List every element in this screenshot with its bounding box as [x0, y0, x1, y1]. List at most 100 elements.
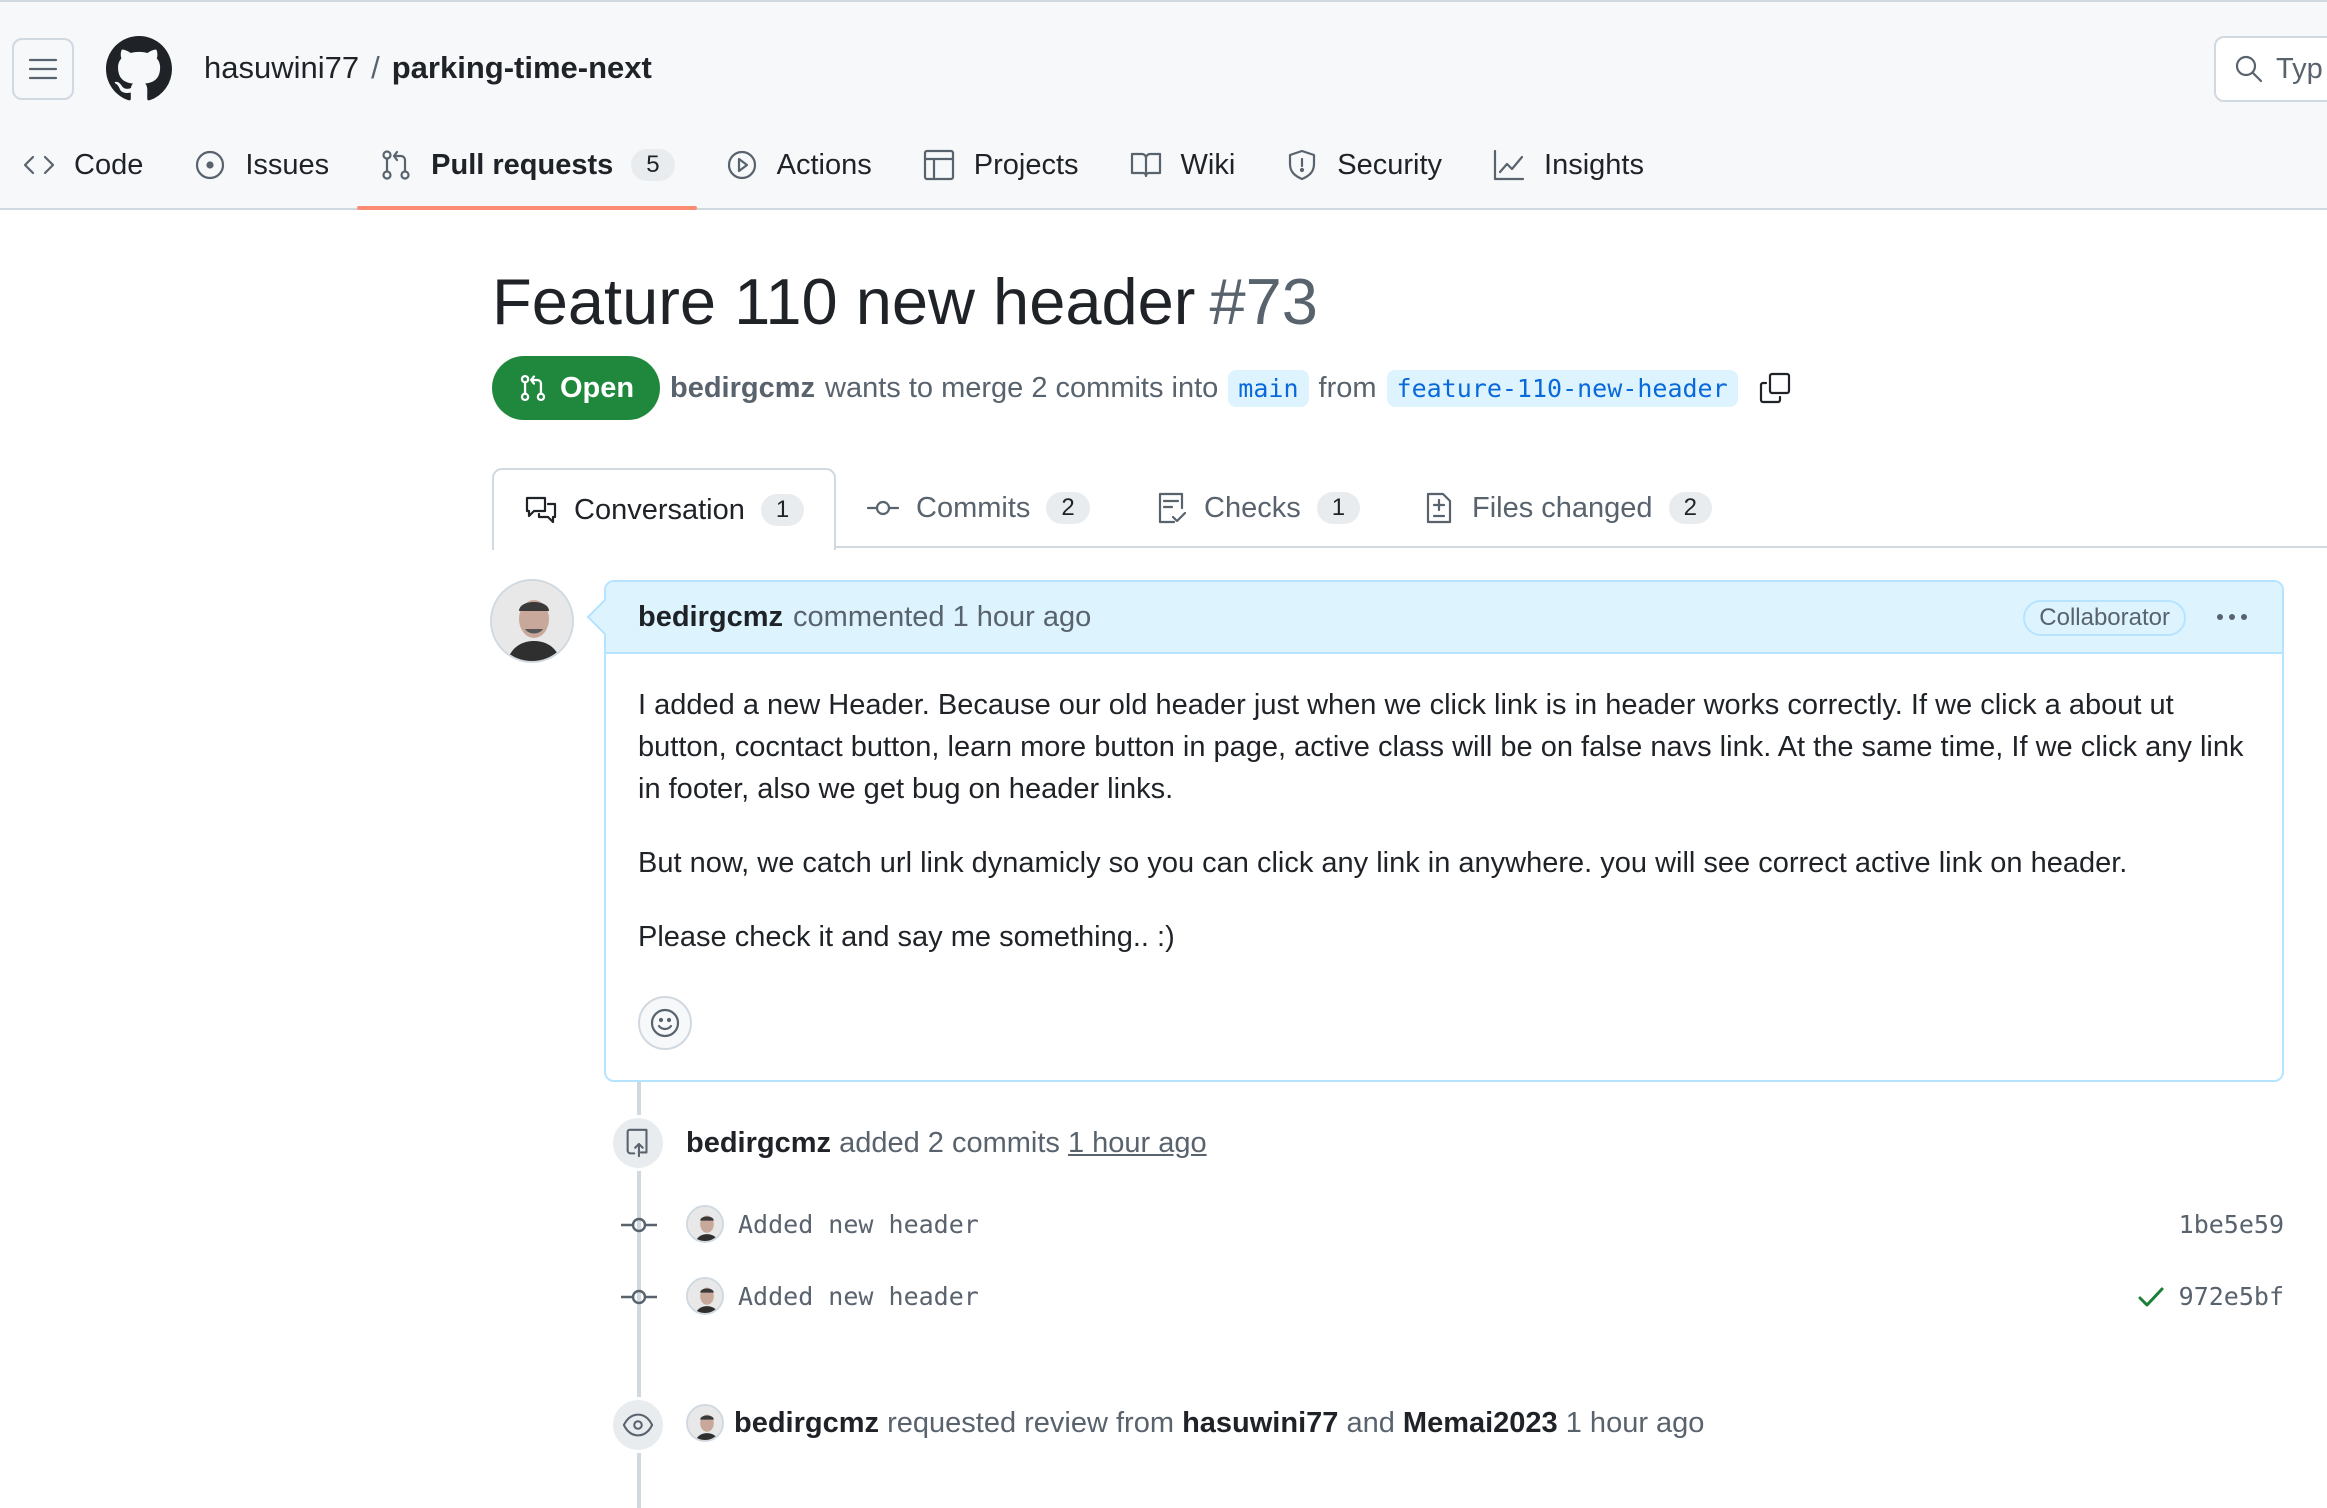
menu-button[interactable]: [12, 38, 74, 100]
commit-message-link[interactable]: Added new header: [738, 1210, 979, 1239]
tab-files-changed[interactable]: Files changed 2: [1422, 468, 1712, 548]
nav-projects[interactable]: Projects: [900, 134, 1101, 196]
event-text: requested review from: [887, 1407, 1174, 1439]
graph-icon: [1493, 149, 1525, 181]
copy-icon[interactable]: [1758, 371, 1792, 405]
nav-projects-label: Projects: [973, 148, 1079, 181]
breadcrumb: hasuwini77 / parking-time-next: [204, 48, 652, 88]
commit-message-link[interactable]: Added new header: [738, 1282, 979, 1311]
nav-insights-label: Insights: [1544, 148, 1644, 181]
tab-checks-count: 1: [1316, 492, 1361, 524]
comment-discussion-icon: [525, 496, 557, 524]
head-branch[interactable]: feature-110-new-header: [1386, 369, 1738, 407]
comment-box: bedirgcmz commented 1 hour ago Collabora…: [586, 580, 2284, 1082]
commit-sha-link[interactable]: 1be5e59: [2179, 1210, 2284, 1239]
collaborator-badge: Collaborator: [2023, 600, 2186, 636]
pull-requests-count: 5: [631, 149, 675, 181]
comment-paragraph: Please check it and say me something.. :…: [638, 921, 1175, 953]
kebab-icon[interactable]: [2212, 602, 2252, 632]
pr-tabs: Conversation 1 Commits 2 Checks 1 Files …: [492, 468, 2327, 550]
event-author-link[interactable]: bedirgcmz: [686, 1127, 831, 1159]
nav-actions[interactable]: Actions: [703, 134, 894, 196]
reviewer-link[interactable]: hasuwini77: [1182, 1407, 1338, 1439]
tab-checks[interactable]: Checks 1: [1154, 468, 1361, 548]
nav-issues-label: Issues: [245, 148, 330, 181]
pr-from-text: from: [1318, 371, 1377, 404]
commit-sha: 972e5bf: [2178, 1282, 2284, 1311]
shield-icon: [1289, 149, 1316, 181]
timeline-badge: [610, 1115, 666, 1171]
tab-files-changed-label: Files changed: [1472, 491, 1653, 524]
play-icon: [727, 150, 756, 180]
nav-wiki[interactable]: Wiki: [1107, 134, 1258, 196]
pr-author-link[interactable]: bedirgcmz: [670, 372, 815, 405]
hamburger-icon: [28, 58, 58, 80]
avatar[interactable]: [686, 1205, 724, 1243]
comment-header: bedirgcmz commented 1 hour ago Collabora…: [606, 582, 2282, 654]
tab-conversation-label: Conversation: [574, 493, 745, 526]
comment-paragraph: But now, we catch url link dynamicly so …: [638, 847, 2128, 879]
file-diff-icon: [1426, 492, 1452, 524]
comment-author-link[interactable]: bedirgcmz: [638, 601, 783, 634]
status-badge: Open: [492, 356, 661, 420]
eye-icon: [622, 1413, 654, 1437]
search-input[interactable]: Typ: [2214, 36, 2327, 102]
repo-owner-link[interactable]: hasuwini77: [204, 50, 359, 85]
nav-pull-requests-label: Pull requests: [431, 148, 614, 181]
status-badge-label: Open: [560, 371, 635, 404]
nav-code-label: Code: [74, 148, 144, 181]
avatar-image: [688, 1207, 722, 1241]
event-time[interactable]: 1 hour ago: [1566, 1407, 1705, 1439]
commits-event: bedirgcmz added 2 commits 1 hour ago: [686, 1123, 1207, 1163]
repo-name-link[interactable]: parking-time-next: [392, 50, 652, 85]
nav-security-label: Security: [1337, 148, 1443, 181]
pr-title-text: Feature 110 new header: [492, 265, 1196, 338]
app-header: hasuwini77 / parking-time-next Typ Code Is…: [0, 0, 2327, 210]
nav-wiki-label: Wiki: [1180, 148, 1236, 181]
pr-meta-text: wants to merge 2 commits into: [825, 371, 1219, 404]
reviewer-link[interactable]: Memai2023: [1403, 1407, 1558, 1439]
tab-checks-label: Checks: [1204, 491, 1301, 524]
nav-issues[interactable]: Issues: [171, 134, 351, 196]
comment-body: I added a new Header. Because our old he…: [606, 654, 2282, 958]
avatar-image: [688, 1406, 722, 1440]
commit-sha: 1be5e59: [2178, 1210, 2284, 1239]
comment-action: commented 1 hour ago: [793, 600, 1092, 633]
checklist-icon: [1158, 492, 1187, 524]
search-icon: [2235, 55, 2263, 83]
avatar[interactable]: [686, 1277, 724, 1315]
commit-sha-link[interactable]: 972e5bf: [2137, 1282, 2284, 1311]
event-author-link[interactable]: bedirgcmz: [734, 1407, 879, 1439]
nav-code[interactable]: Code: [0, 134, 165, 196]
tab-files-changed-count: 2: [1668, 492, 1712, 524]
base-branch[interactable]: main: [1228, 369, 1309, 407]
book-icon: [1130, 152, 1161, 178]
comment-paragraph: I added a new Header. Because our old he…: [638, 689, 2244, 805]
tab-conversation-count: 1: [760, 494, 805, 526]
nav-pull-requests[interactable]: Pull requests 5: [357, 134, 698, 210]
smiley-icon: [650, 1008, 680, 1038]
git-pull-request-icon: [382, 150, 410, 180]
avatar-image: [492, 581, 572, 661]
tab-commits-count: 2: [1046, 492, 1090, 524]
event-text: added 2 commits: [839, 1127, 1060, 1159]
add-reaction-button[interactable]: [638, 996, 692, 1050]
table-icon: [923, 149, 954, 181]
nav-security[interactable]: Security: [1263, 134, 1464, 196]
code-icon: [23, 155, 55, 175]
tab-conversation[interactable]: Conversation 1: [492, 468, 837, 550]
check-icon[interactable]: [2137, 1285, 2165, 1309]
event-time-link[interactable]: 1 hour ago: [1068, 1127, 1207, 1159]
git-commit-icon: [621, 1289, 657, 1305]
avatar[interactable]: [686, 1404, 724, 1442]
avatar[interactable]: [490, 579, 574, 663]
breadcrumb-separator: /: [371, 50, 380, 85]
git-commit-icon: [866, 500, 900, 516]
github-logo-icon[interactable]: [106, 36, 172, 102]
tab-commits[interactable]: Commits 2: [866, 468, 1090, 548]
pr-meta: bedirgcmz wants to merge 2 commits into …: [670, 364, 1792, 412]
nav-insights[interactable]: Insights: [1470, 134, 1666, 196]
review-requested-event: bedirgcmz requested review from hasuwini…: [734, 1403, 1704, 1443]
event-and-text: and: [1346, 1407, 1395, 1439]
nav-actions-label: Actions: [776, 148, 872, 181]
